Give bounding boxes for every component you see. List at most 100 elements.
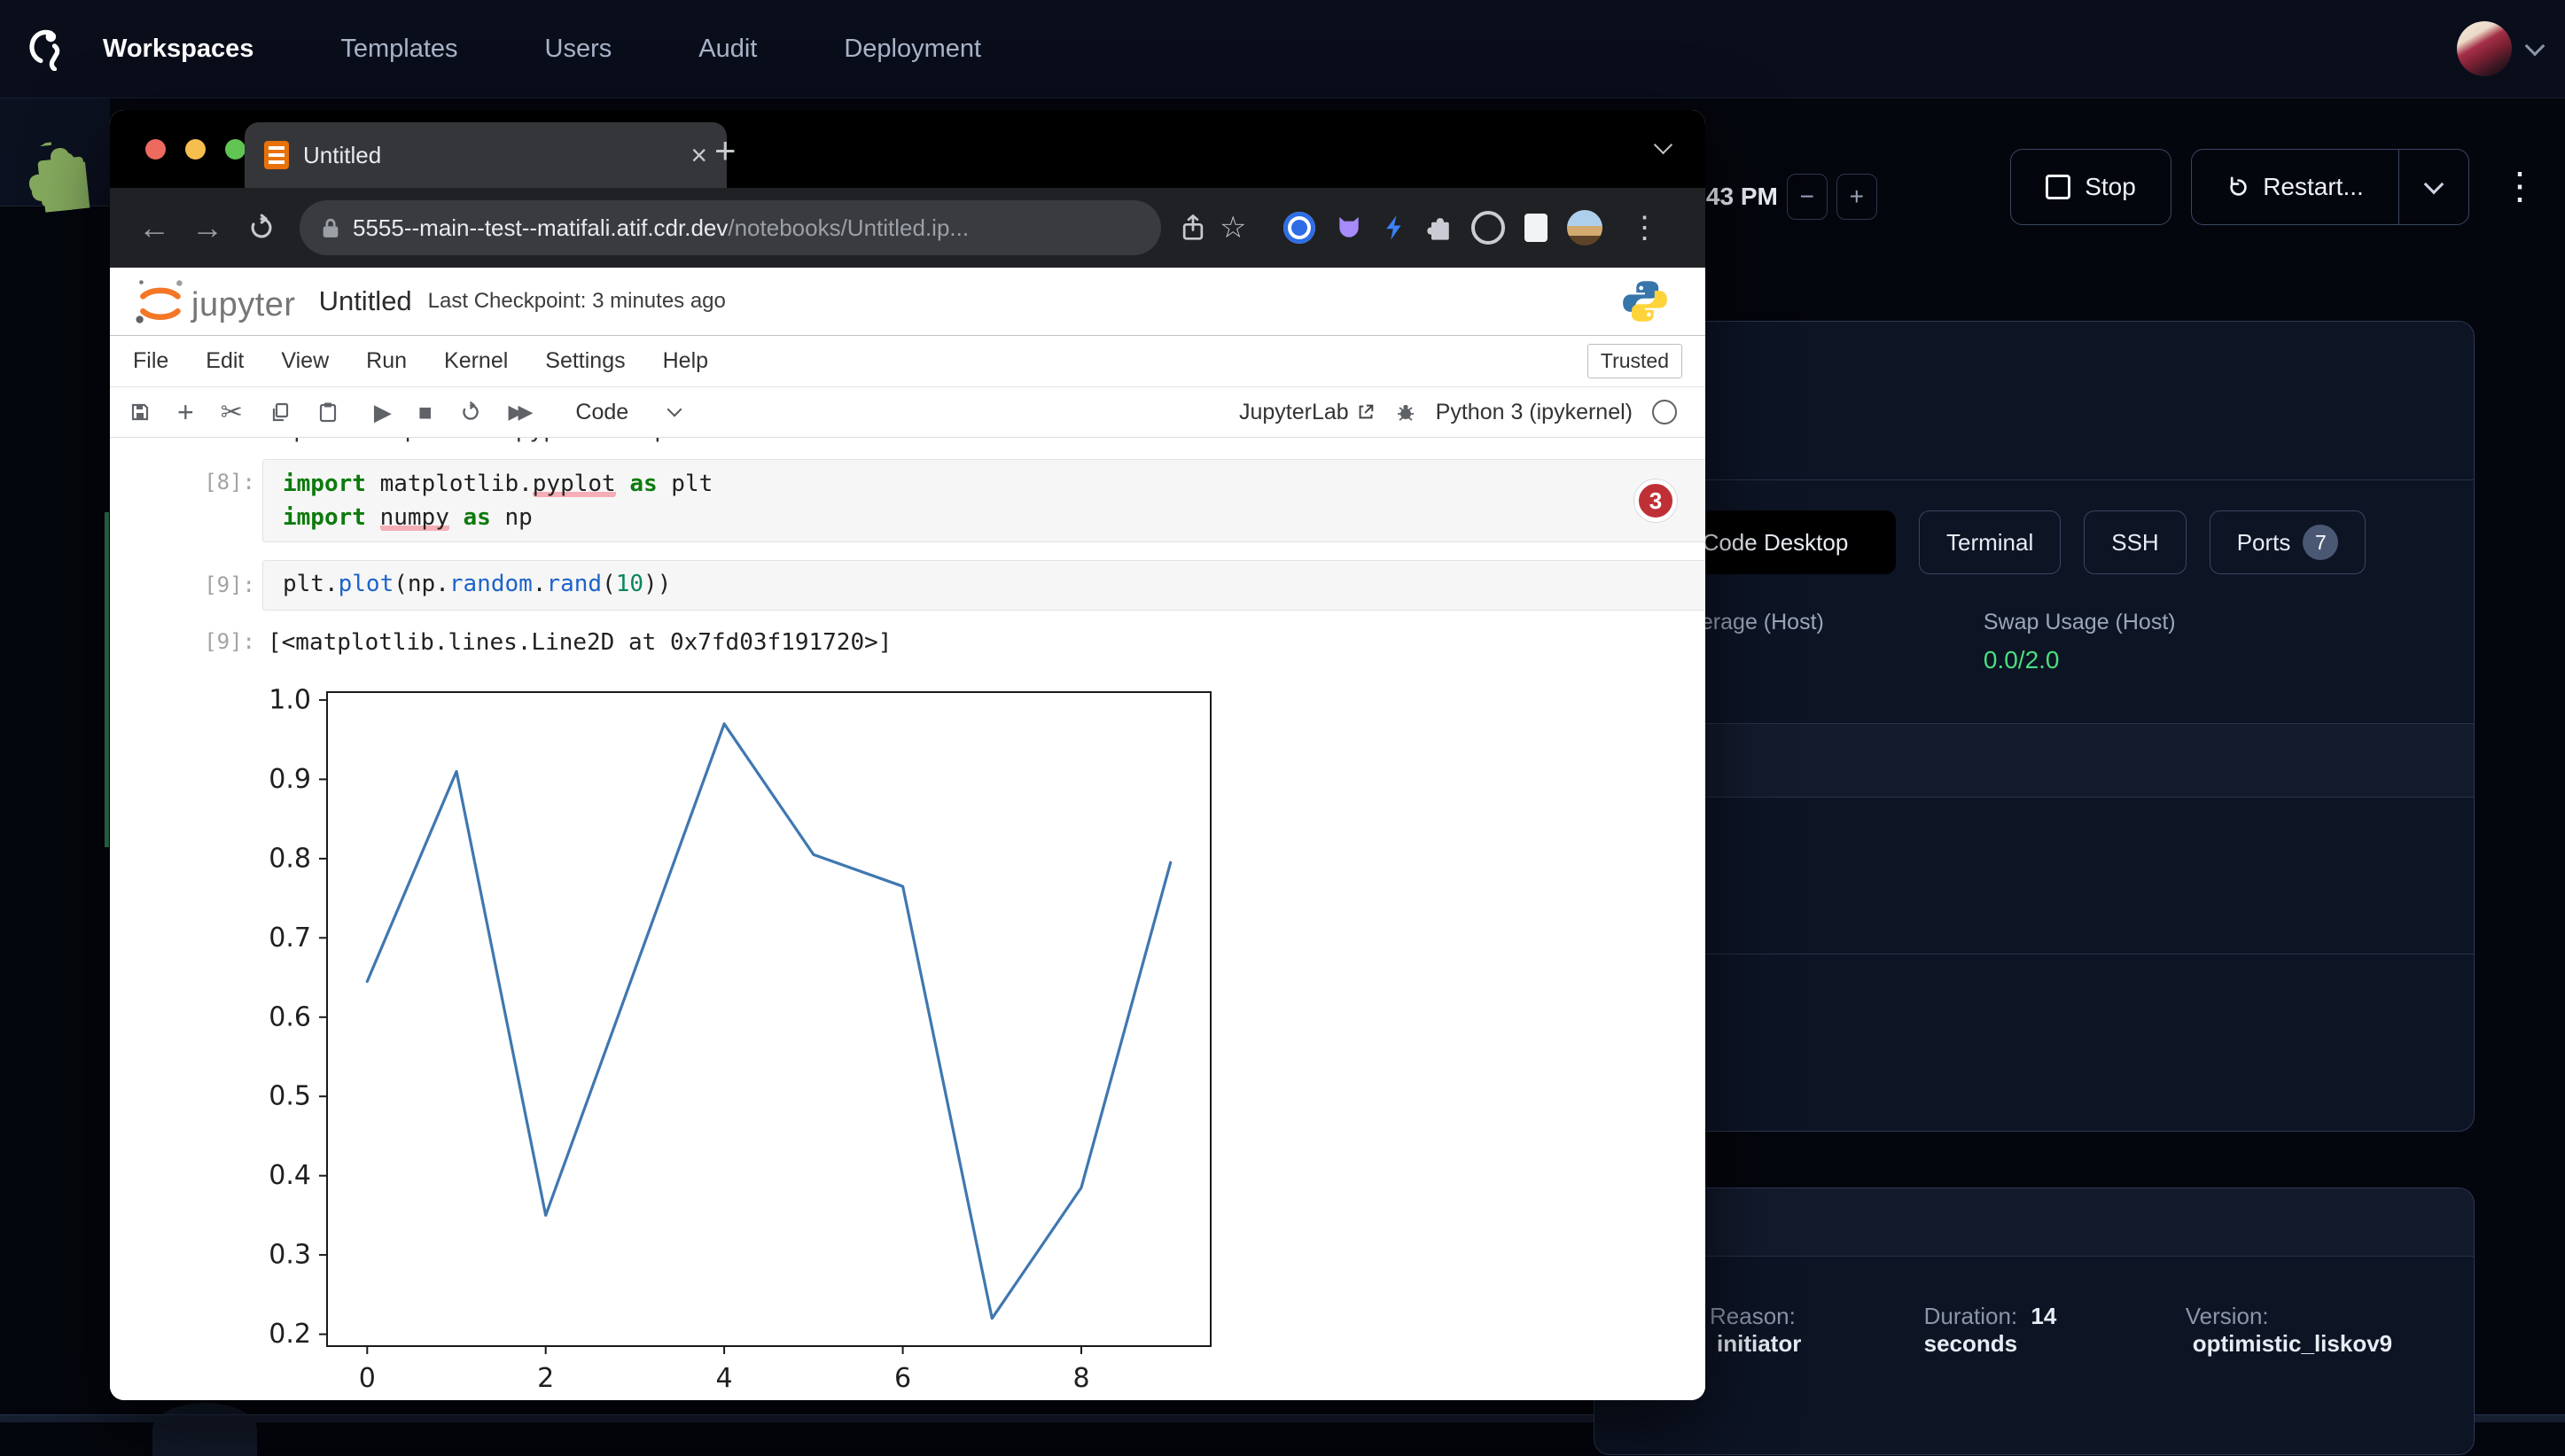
nav-item-workspaces[interactable]: Workspaces: [103, 35, 253, 64]
ssh-label: SSH: [2111, 529, 2158, 557]
cut-cell-button[interactable]: ✂: [221, 397, 243, 428]
code-cell-8[interactable]: import matplotlib.pyplot as plt import n…: [262, 459, 1705, 542]
jupyter-header: jupyter Untitled Last Checkpoint: 3 minu…: [110, 268, 1705, 336]
menu-help[interactable]: Help: [663, 348, 708, 374]
browser-kebab-menu-icon[interactable]: ⋮: [1629, 210, 1659, 245]
restart-button[interactable]: Restart...: [2191, 149, 2469, 225]
kernel-name[interactable]: Python 3 (ipykernel): [1436, 400, 1633, 425]
menu-run[interactable]: Run: [366, 348, 407, 374]
workspace-row[interactable]: [1594, 724, 2474, 798]
tab-title: Untitled: [303, 142, 676, 169]
menu-edit[interactable]: Edit: [206, 348, 244, 374]
build-version: Version: optimistic_liskov9: [2186, 1303, 2474, 1358]
workspace-card-header: [1594, 322, 2474, 480]
svg-text:0.7: 0.7: [269, 923, 311, 954]
build-card: Reason: initiator Duration: 14 seconds V…: [1594, 1187, 2475, 1455]
swap-usage-value: 0.0/2.0: [1984, 646, 2176, 674]
save-button[interactable]: [129, 401, 151, 423]
nav-item-deployment[interactable]: Deployment: [844, 35, 981, 64]
menu-settings[interactable]: Settings: [545, 348, 625, 374]
ports-count-badge: 7: [2303, 525, 2338, 560]
nav-items: Workspaces Templates Users Audit Deploym…: [103, 35, 981, 64]
stop-label: Stop: [2085, 173, 2136, 201]
menu-kernel[interactable]: Kernel: [444, 348, 508, 374]
svg-text:2: 2: [537, 1363, 554, 1394]
svg-text:0.8: 0.8: [269, 843, 311, 874]
external-link-icon: [1356, 402, 1376, 422]
split-screen-extension-icon[interactable]: [1524, 214, 1548, 242]
tab-search-chevron-icon[interactable]: [1654, 136, 1672, 154]
ring-extension-icon[interactable]: [1471, 211, 1505, 245]
restart-kernel-button[interactable]: [459, 401, 482, 424]
user-avatar[interactable]: [2457, 21, 2512, 76]
nav-item-users[interactable]: Users: [545, 35, 612, 64]
copy-cell-button[interactable]: [269, 401, 291, 423]
back-button[interactable]: ←: [131, 209, 177, 246]
interrupt-kernel-button[interactable]: ■: [418, 399, 433, 426]
menu-file[interactable]: File: [133, 348, 168, 374]
zoom-out-button[interactable]: −: [1787, 174, 1828, 220]
restart-icon: [2226, 175, 2250, 199]
chevron-down-icon[interactable]: [2525, 36, 2546, 57]
workspace-kebab-menu[interactable]: ⋮: [2501, 152, 2538, 220]
lightning-extension-icon[interactable]: [1383, 214, 1406, 241]
onepassword-extension-icon[interactable]: [1283, 212, 1315, 244]
notification-badge[interactable]: 3: [1634, 479, 1677, 522]
jupyter-logo[interactable]: jupyter: [133, 276, 296, 326]
add-cell-button[interactable]: +: [177, 396, 194, 429]
browser-profile-avatar[interactable]: [1567, 210, 1602, 245]
lock-icon: [321, 216, 340, 240]
chevron-down-icon: [2424, 175, 2444, 195]
code-cell-9[interactable]: plt.plot(np.random.rand(10)): [262, 560, 1705, 611]
build-duration: Duration: 14 seconds: [1924, 1303, 2150, 1358]
tab-close-icon[interactable]: ×: [690, 139, 707, 172]
terminal-button[interactable]: Terminal: [1919, 510, 2061, 574]
workspace-section: [1594, 798, 2474, 954]
run-all-button[interactable]: ▶▶: [509, 401, 535, 424]
code-line: plt.plot(np.random.rand(10)): [283, 567, 1705, 601]
output9-prompt: [9]:: [163, 629, 255, 654]
svg-text:0.4: 0.4: [269, 1160, 311, 1191]
open-jupyterlab-link[interactable]: JupyterLab: [1239, 400, 1376, 425]
debugger-icon[interactable]: [1395, 401, 1416, 423]
extensions-puzzle-icon[interactable]: [1425, 214, 1452, 241]
ssh-button[interactable]: SSH: [2084, 510, 2186, 574]
jupyter-toolbar: + ✂ ▶ ■ ▶▶ Code JupyterLab: [110, 387, 1705, 438]
reason-label: Reason:: [1710, 1303, 1796, 1329]
checkpoint-status: Last Checkpoint: 3 minutes ago: [428, 289, 726, 314]
nav-item-audit[interactable]: Audit: [698, 35, 757, 64]
run-cell-button[interactable]: ▶: [374, 399, 392, 426]
window-close-button[interactable]: [145, 139, 166, 160]
stop-button[interactable]: Stop: [2010, 149, 2171, 225]
jupyter-logo-icon: [133, 276, 186, 326]
share-icon[interactable]: [1181, 214, 1205, 242]
paste-cell-button[interactable]: [317, 401, 339, 423]
svg-text:1.0: 1.0: [269, 684, 311, 715]
build-card-header: [1594, 1188, 2474, 1257]
window-maximize-button[interactable]: [225, 139, 246, 160]
zoom-in-button[interactable]: +: [1836, 174, 1877, 220]
url-bar[interactable]: 5555--main--test--matifali.atif.cdr.dev/…: [300, 200, 1161, 255]
browser-tab[interactable]: Untitled ×: [245, 122, 727, 188]
cat-extension-icon[interactable]: [1335, 214, 1363, 241]
window-minimize-button[interactable]: [185, 139, 206, 160]
duration-label: Duration:: [1924, 1303, 2018, 1329]
cell-type-dropdown[interactable]: Code: [575, 400, 680, 425]
clipped-cell: import matplotlib.pyplot as plt: [266, 438, 1507, 449]
trusted-badge[interactable]: Trusted: [1587, 344, 1682, 378]
forward-button[interactable]: →: [184, 209, 230, 246]
svg-text:0.9: 0.9: [269, 764, 311, 795]
menu-view[interactable]: View: [281, 348, 329, 374]
cell9-prompt: [9]:: [163, 572, 255, 597]
build-meta-row: Reason: initiator Duration: 14 seconds V…: [1594, 1257, 2474, 1358]
svg-text:4: 4: [716, 1363, 733, 1394]
notebook-title[interactable]: Untitled: [319, 285, 412, 317]
ports-button[interactable]: Ports 7: [2210, 510, 2366, 574]
reload-button[interactable]: [246, 213, 277, 243]
code-line: import numpy as np: [283, 501, 1705, 534]
chevron-down-icon: [667, 402, 682, 417]
bookmark-star-icon[interactable]: ☆: [1220, 210, 1246, 245]
new-tab-button[interactable]: +: [714, 129, 737, 172]
nav-item-templates[interactable]: Templates: [340, 35, 457, 64]
restart-options-button[interactable]: [2398, 150, 2468, 224]
